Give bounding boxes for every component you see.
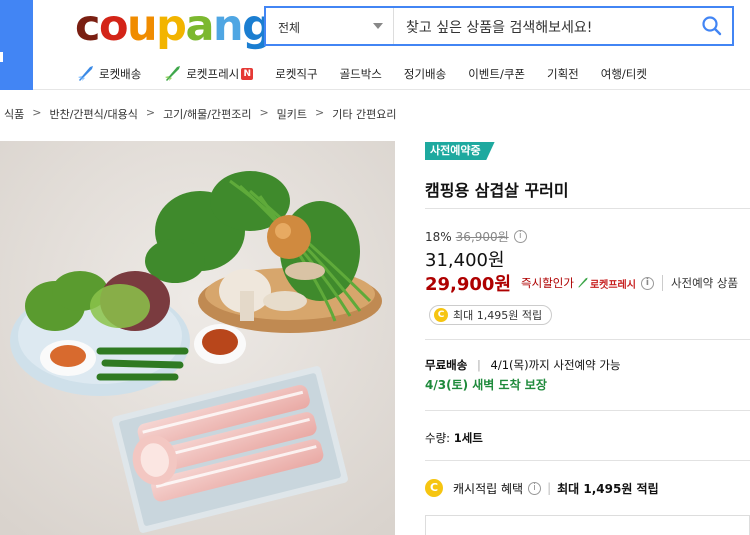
discount-row: 18% 36,900원 i (425, 228, 527, 245)
coupang-logo[interactable]: coupang (75, 1, 273, 51)
cash-benefit-value: 최대 1,495원 적립 (557, 481, 659, 496)
search-input[interactable]: 찾고 싶은 상품을 검색해보세요! (406, 17, 592, 37)
nav-item-rocket-delivery[interactable]: 로켓배송 (76, 65, 141, 83)
instant-price: 29,900원 (425, 274, 512, 295)
instant-discount-label: 즉시할인가 (521, 276, 574, 290)
quantity-row: 수량: 1세트 (425, 430, 483, 446)
breadcrumb-separator: > (315, 106, 325, 119)
top-nav: 로켓배송 로켓프레시 N 로켓직구 골드박스 정기배송 이벤트/쿠폰 기획전 여… (76, 62, 669, 86)
nav-item-travel[interactable]: 여행/티켓 (601, 66, 647, 82)
coin-icon: C (434, 308, 448, 322)
divider (425, 339, 750, 340)
option-box (425, 515, 750, 535)
nav-item-goldbox[interactable]: 골드박스 (340, 66, 382, 82)
category-menu-button[interactable] (0, 0, 33, 90)
quantity-label: 수량: (425, 431, 451, 445)
arrival-guarantee: 4/3(토) 새벽 도착 보장 (425, 378, 547, 392)
product-image[interactable] (0, 141, 395, 535)
discount-rate: 18% (425, 229, 452, 244)
reward-text: 최대 1,495원 적립 (453, 309, 543, 322)
rocket-green-icon (578, 277, 588, 288)
breadcrumb-separator: > (145, 106, 156, 119)
nav-label: 이벤트/쿠폰 (468, 67, 525, 81)
divider (425, 410, 750, 411)
instant-price-row: 29,900원 즉시할인가 로켓프레시 i 사전예약 상품 (425, 270, 738, 296)
breadcrumb-item[interactable]: 반찬/간편식/대용식 (49, 106, 137, 122)
nav-item-subscription[interactable]: 정기배송 (404, 66, 446, 82)
preorder-note: 4/1(목)까지 사전예약 가능 (490, 358, 621, 372)
quantity-value: 1세트 (453, 431, 483, 445)
shipping-row: 무료배송 | 4/1(목)까지 사전예약 가능 (425, 357, 621, 373)
info-icon[interactable]: i (513, 230, 527, 243)
search-icon[interactable] (700, 14, 724, 38)
nav-label: 골드박스 (339, 67, 382, 81)
site-header: coupang 전체 찾고 싶은 상품을 검색해보세요! 로켓배송 로켓프레시 … (0, 0, 750, 90)
reward-badge[interactable]: C 최대 1,495원 적립 (429, 305, 553, 325)
original-price: 36,900원 (455, 230, 509, 244)
nav-label: 기획전 (547, 67, 579, 81)
breadcrumb: 식품 > 반찬/간편식/대용식 > 고기/해물/간편조리 > 밀키트 > 기타 간편요리 (4, 106, 396, 122)
divider (425, 208, 750, 209)
nav-item-events[interactable]: 이벤트/쿠폰 (468, 66, 525, 82)
breadcrumb-item[interactable]: 식품 (4, 106, 24, 122)
product-title: 캠핑용 삼겹살 꾸러미 (425, 181, 569, 200)
chevron-down-icon (373, 23, 383, 29)
free-shipping-label: 무료배송 (425, 358, 468, 372)
separator: | (476, 358, 481, 372)
coin-icon: C (425, 479, 443, 497)
cash-benefit-row: C 캐시적립 혜택 i | 최대 1,495원 적립 (425, 479, 659, 497)
breadcrumb-separator: > (32, 106, 42, 119)
nav-item-rocket-direct[interactable]: 로켓직구 (275, 66, 317, 82)
presale-label: 사전예약 상품 (661, 275, 738, 291)
rocket-fresh-label: 로켓프레시 (576, 276, 636, 291)
separator: | (547, 481, 552, 495)
rocket-blue-icon (78, 66, 93, 81)
breadcrumb-item[interactable]: 고기/해물/간편조리 (163, 106, 251, 122)
rocket-fresh-text: 로켓프레시 (589, 279, 636, 291)
nav-label: 정기배송 (403, 67, 447, 81)
rocket-green-icon (165, 66, 181, 81)
breadcrumb-item[interactable]: 밀키트 (277, 106, 307, 122)
info-icon[interactable]: i (640, 276, 654, 290)
nav-label: 로켓프레시 (186, 67, 240, 81)
nav-item-rocket-fresh[interactable]: 로켓프레시 N (163, 65, 254, 83)
info-icon[interactable]: i (528, 481, 542, 495)
new-badge: N (241, 68, 254, 80)
breadcrumb-item[interactable]: 기타 간편요리 (332, 106, 396, 122)
nav-label: 로켓배송 (99, 67, 142, 81)
search-scope-select[interactable]: 전체 (266, 8, 394, 44)
search-bar: 전체 찾고 싶은 상품을 검색해보세요! (264, 6, 734, 46)
product-page: coupang 전체 찾고 싶은 상품을 검색해보세요! 로켓배송 로켓프레시 … (0, 0, 750, 535)
cash-benefit-label: 캐시적립 혜택 (453, 481, 524, 496)
nav-label: 로켓직구 (275, 67, 318, 81)
sale-price: 31,400원 (425, 250, 505, 271)
nav-label: 여행/티켓 (600, 67, 647, 81)
divider (425, 460, 750, 461)
preorder-badge: 사전예약중 (425, 142, 495, 160)
breadcrumb-separator: > (259, 106, 269, 119)
search-scope-label: 전체 (278, 21, 301, 35)
nav-item-exhibitions[interactable]: 기획전 (547, 66, 579, 82)
